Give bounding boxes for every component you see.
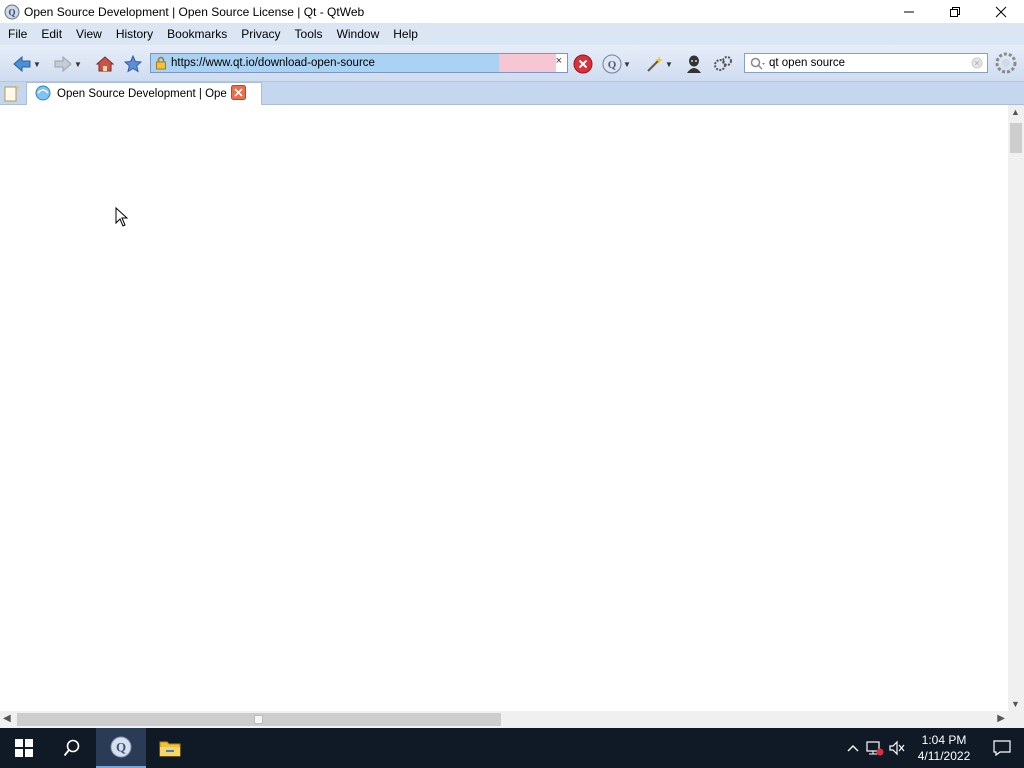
taskbar-qtweb-button[interactable]: Q <box>96 728 146 768</box>
qtweb-dropdown-icon[interactable]: ▼ <box>623 60 631 69</box>
tab-close-button[interactable] <box>231 85 246 103</box>
windows-logo-icon <box>15 739 33 757</box>
lock-icon <box>155 56 167 73</box>
windows-taskbar: Q 1:04 PM 4/11/2022 <box>0 728 1024 768</box>
scrollbar-corner <box>1008 711 1024 728</box>
page-load-progress-tail <box>499 54 556 72</box>
menu-window[interactable]: Window <box>330 23 387 45</box>
show-hidden-icons-icon[interactable] <box>842 743 864 753</box>
tab-close-icon <box>231 85 246 100</box>
search-clear-icon[interactable] <box>971 57 983 72</box>
home-button[interactable] <box>95 52 115 76</box>
qtweb-logo-icon: Q <box>110 736 132 758</box>
menu-help[interactable]: Help <box>386 23 425 45</box>
bookmark-button[interactable] <box>124 52 142 76</box>
menu-file[interactable]: File <box>0 23 34 45</box>
home-icon <box>95 56 115 72</box>
new-tab-button[interactable] <box>2 85 20 106</box>
window-title: Open Source Development | Open Source Li… <box>24 4 365 19</box>
search-icon[interactable] <box>750 57 766 73</box>
minimize-icon <box>904 11 914 12</box>
address-input[interactable]: https://www.qt.io/download-open-source <box>171 57 375 69</box>
vertical-scrollbar[interactable]: ▲ ▼ <box>1008 105 1024 711</box>
notification-icon <box>993 740 1011 756</box>
network-disconnected-icon[interactable] <box>864 740 886 756</box>
loading-indicator <box>994 51 1018 75</box>
loading-spinner-icon <box>995 52 1017 74</box>
scroll-down-icon[interactable]: ▼ <box>1011 699 1020 709</box>
title-bar: Q Open Source Development | Open Source … <box>0 0 1024 23</box>
gears-icon <box>714 56 732 71</box>
navigation-toolbar: ▼ ▼ https://www.qt.io/download-open-sour… <box>0 45 1024 82</box>
stop-icon <box>573 54 593 74</box>
page-content[interactable] <box>0 105 1008 711</box>
tab-title: Open Source Development | Open... <box>57 88 227 100</box>
clock-time: 1:04 PM <box>921 733 967 747</box>
qt-favicon-icon <box>35 85 51 104</box>
forward-arrow-icon <box>54 55 72 73</box>
scroll-left-icon[interactable]: ◀ <box>3 713 11 724</box>
forward-button[interactable]: ▼ <box>53 52 82 76</box>
tab-bar: Open Source Development | Open... <box>0 82 1024 105</box>
qtweb-menu-button[interactable]: Q ▼ <box>602 52 631 76</box>
back-button[interactable]: ▼ <box>12 52 41 76</box>
menu-tools[interactable]: Tools <box>288 23 330 45</box>
qtweb-logo-icon: Q <box>602 54 622 74</box>
taskbar-clock[interactable]: 1:04 PM 4/11/2022 <box>908 732 980 764</box>
clear-url-icon[interactable]: × <box>556 55 562 67</box>
magic-wand-dropdown-icon[interactable]: ▼ <box>665 60 673 69</box>
minimize-button[interactable] <box>886 0 932 23</box>
menu-view[interactable]: View <box>69 23 109 45</box>
new-tab-icon <box>4 86 19 102</box>
folder-icon <box>159 741 181 757</box>
menu-edit[interactable]: Edit <box>34 23 69 45</box>
horizontal-scrollbar[interactable]: ◀ ▶ <box>0 711 1008 728</box>
volume-muted-icon[interactable] <box>886 740 908 756</box>
search-icon <box>63 739 80 757</box>
privacy-button[interactable] <box>684 52 704 76</box>
system-tray: 1:04 PM 4/11/2022 <box>842 728 1024 768</box>
magic-wand-icon <box>647 56 663 72</box>
qtweb-app-icon: Q <box>4 4 20 20</box>
restore-icon <box>950 6 960 17</box>
back-arrow-icon <box>13 55 31 73</box>
restore-button[interactable] <box>932 0 978 23</box>
menu-history[interactable]: History <box>109 23 160 45</box>
scroll-grip <box>254 715 263 724</box>
tab-active[interactable]: Open Source Development | Open... <box>26 82 262 105</box>
taskbar-file-explorer-button[interactable] <box>146 728 194 768</box>
action-center-button[interactable] <box>980 740 1024 756</box>
close-button[interactable] <box>978 0 1024 23</box>
search-box[interactable]: qt open source <box>744 53 988 73</box>
menu-privacy[interactable]: Privacy <box>234 23 287 45</box>
stop-button[interactable] <box>573 52 593 76</box>
magic-wand-button[interactable]: ▼ <box>644 52 673 76</box>
taskbar-search-button[interactable] <box>48 728 96 768</box>
menu-bookmarks[interactable]: Bookmarks <box>160 23 234 45</box>
close-icon <box>995 6 1007 17</box>
mouse-pointer-icon <box>115 207 129 227</box>
forward-dropdown-icon[interactable]: ▼ <box>74 60 82 69</box>
svg-text:Q: Q <box>608 59 617 71</box>
back-dropdown-icon[interactable]: ▼ <box>33 60 41 69</box>
menu-bar: File Edit View History Bookmarks Privacy… <box>0 23 1024 45</box>
star-icon <box>124 55 142 73</box>
svg-text:Q: Q <box>116 740 126 755</box>
settings-gears-button[interactable] <box>712 52 734 76</box>
scroll-right-icon[interactable]: ▶ <box>997 713 1005 724</box>
vertical-scroll-thumb[interactable] <box>1010 123 1022 153</box>
search-input[interactable]: qt open source <box>769 57 845 69</box>
incognito-icon <box>687 55 701 73</box>
address-bar[interactable]: https://www.qt.io/download-open-source × <box>150 53 568 73</box>
start-button[interactable] <box>0 728 48 768</box>
clock-date: 4/11/2022 <box>917 749 971 763</box>
scroll-up-icon[interactable]: ▲ <box>1011 107 1020 117</box>
svg-text:Q: Q <box>8 7 15 17</box>
